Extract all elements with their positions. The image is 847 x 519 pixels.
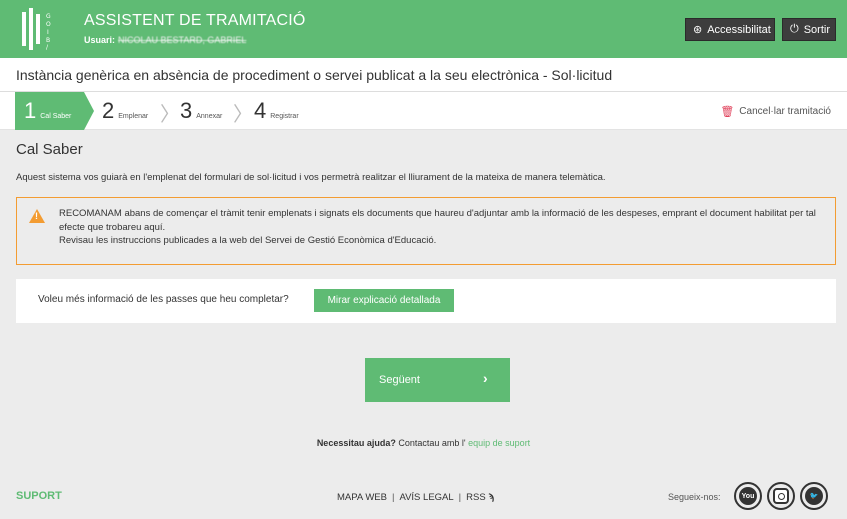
info-box: Voleu més informació de les passes que h… [16,279,836,323]
svg-text:/: / [46,44,49,50]
power-icon: ⏻ [790,23,799,35]
info-question: Voleu més informació de les passes que h… [38,294,289,305]
svg-text:O: O [46,21,51,28]
warning-box: RECOMANAM abans de començar el tràmit te… [16,197,836,265]
accessibility-button[interactable]: ⊛ Accessibilitat [685,18,775,41]
warning-line-2: Revisau les instruccions publicades a la… [59,235,437,246]
detailed-explanation-button[interactable]: Mirar explicació detallada [314,289,454,312]
procedure-title-bar: Instància genèrica en absència de proced… [0,58,847,92]
step-label: Registrar [270,112,299,120]
procedure-title: Instància genèrica en absència de proced… [16,67,613,83]
exit-button[interactable]: ⏻ Sortir [782,18,836,41]
step-emplenar[interactable]: 2 Emplenar [102,92,148,130]
help-text: Contactau amb l' [398,438,466,448]
youtube-icon[interactable]: You [734,482,762,510]
user-name: NICOLAU BESTARD, GABRIEL [118,35,247,45]
support-team-link[interactable]: equip de suport [468,438,530,448]
legal-notice-link[interactable]: AVÍS LEGAL [399,492,453,503]
trash-icon: 🗑 [720,106,735,118]
step-registrar[interactable]: 4 Registrar [254,92,299,130]
footer-support[interactable]: SUPORT [16,490,62,502]
section-title: Cal Saber [16,141,83,158]
rss-icon: ϡ [488,492,495,503]
svg-text:G: G [46,13,51,20]
user-info: Usuari: NICOLAU BESTARD, GABRIEL [84,35,246,45]
cancel-procedure-link[interactable]: 🗑 Cancel·lar tramitació [720,105,831,118]
step-number: 1 [24,98,37,123]
next-button[interactable]: Següent › [365,358,510,402]
svg-text:I: I [47,29,49,36]
help-line: Necessitau ajuda? Contactau amb l' equip… [0,438,847,448]
instagram-icon[interactable] [767,482,795,510]
svg-text:B: B [46,37,50,44]
step-label: Emplenar [118,112,149,120]
step-cal-saber[interactable]: 1 Cal Saber [15,92,84,130]
intro-text: Aquest sistema vos guiarà en l'emplenat … [16,172,606,183]
step-annexar[interactable]: 3 Annexar [180,92,222,130]
rss-link[interactable]: RSS ϡ [466,492,494,503]
step-label: Cal Saber [40,112,72,120]
step-label: Annexar [196,112,223,120]
help-bold: Necessitau ajuda? [316,438,396,448]
steps-bar: 1 Cal Saber 2 Emplenar 〉 3 Annexar 〉 4 R… [0,92,847,130]
chevron-right-icon: › [483,370,488,386]
cancel-label: Cancel·lar tramitació [739,106,831,117]
step-number: 4 [254,98,267,123]
accessibility-label: Accessibilitat [707,23,771,36]
user-label: Usuari: [84,35,116,45]
chevron-right-icon: 〉 [160,102,180,126]
footer: SUPORT MAPA WEB | AVÍS LEGAL | RSS ϡ Segueix… [0,476,847,519]
goib-logo: G O I B / [22,8,51,50]
exit-label: Sortir [803,23,830,36]
active-step-arrow [84,92,94,130]
warning-icon [29,209,45,223]
next-label: Següent [379,374,420,386]
warning-line-1: RECOMANAM abans de començar el tràmit te… [59,208,816,233]
step-number: 3 [180,98,193,123]
step-number: 2 [102,98,115,123]
twitter-icon[interactable]: 🐦 [800,482,828,510]
follow-label: Segueix-nos: [668,492,721,502]
app-title: ASSISTENT DE TRAMITACIÓ [84,12,306,29]
chevron-right-icon: 〉 [233,102,253,126]
footer-links: MAPA WEB | AVÍS LEGAL | RSS ϡ [337,492,495,503]
warning-text: RECOMANAM abans de començar el tràmit te… [59,207,829,248]
app-header: G O I B / ASSISTENT DE TRAMITACIÓ Usuari… [0,0,847,58]
accessibility-icon: ⊛ [693,24,703,36]
site-map-link[interactable]: MAPA WEB [337,492,387,503]
